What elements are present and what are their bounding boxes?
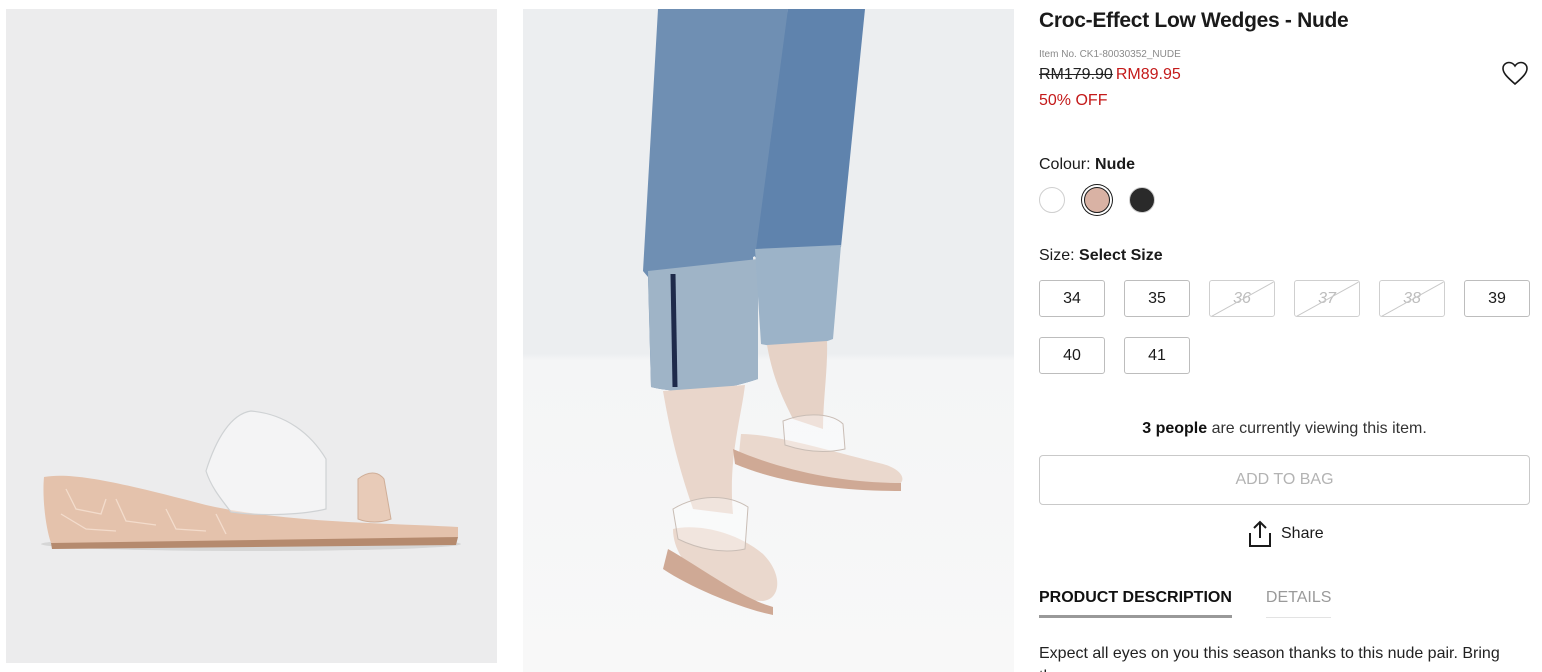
size-option-out-of-stock[interactable]: 38 (1379, 280, 1445, 317)
share-button[interactable]: Share (1247, 520, 1324, 548)
product-image-main[interactable] (6, 9, 497, 663)
price-original: RM179.90 (1039, 66, 1113, 83)
size-option[interactable]: 41 (1124, 337, 1190, 374)
product-tabs: PRODUCT DESCRIPTION DETAILS (1039, 589, 1332, 618)
product-image-model[interactable] (523, 9, 1014, 672)
product-info-panel: Croc-Effect Low Wedges - Nude Item No. C… (1039, 0, 1530, 672)
sandal-photo (41, 410, 461, 551)
add-to-bag-button[interactable]: ADD TO BAG (1039, 455, 1530, 505)
size-option-out-of-stock[interactable]: 36 (1209, 280, 1275, 317)
wishlist-heart-icon[interactable] (1501, 60, 1529, 88)
size-label-text: Size: (1039, 247, 1075, 264)
product-title: Croc-Effect Low Wedges - Nude (1039, 9, 1349, 32)
colour-label: Colour: Nude (1039, 156, 1135, 174)
product-description-text: Expect all eyes on you this season thank… (1039, 645, 1500, 672)
swatch-white[interactable] (1039, 187, 1065, 213)
size-option[interactable]: 39 (1464, 280, 1530, 317)
price-row: RM179.90 RM89.95 (1039, 66, 1181, 84)
size-option[interactable]: 35 (1124, 280, 1190, 317)
viewing-notice: 3 people are currently viewing this item… (1039, 420, 1530, 438)
swatch-nude[interactable] (1084, 187, 1110, 213)
size-option-out-of-stock[interactable]: 37 (1294, 280, 1360, 317)
tab-product-description[interactable]: PRODUCT DESCRIPTION (1039, 589, 1232, 618)
size-selected-value: Select Size (1079, 247, 1163, 264)
tab-details[interactable]: DETAILS (1265, 589, 1332, 618)
size-grid: 34 35 36 37 38 39 40 41 (1039, 280, 1530, 374)
swatch-black[interactable] (1129, 187, 1155, 213)
share-label: Share (1281, 525, 1324, 542)
share-icon (1249, 520, 1271, 547)
colour-label-text: Colour: (1039, 156, 1091, 173)
size-label: Size: Select Size (1039, 247, 1163, 265)
viewer-count: 3 people (1142, 420, 1208, 437)
colour-selected-value: Nude (1095, 156, 1136, 173)
price-sale: RM89.95 (1115, 66, 1181, 83)
colour-swatches (1039, 187, 1155, 213)
model-photo (643, 9, 903, 615)
discount-badge: 50% OFF (1039, 92, 1108, 109)
size-option[interactable]: 34 (1039, 280, 1105, 317)
viewing-text: are currently viewing this item. (1207, 420, 1427, 437)
size-option[interactable]: 40 (1039, 337, 1105, 374)
item-number: Item No. CK1-80030352_NUDE (1039, 49, 1181, 60)
